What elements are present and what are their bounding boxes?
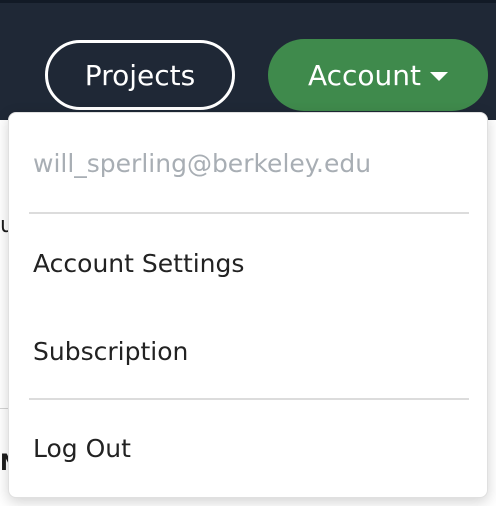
menu-item-subscription[interactable]: Subscription [33,335,188,369]
top-navbar: Projects Account [0,0,496,120]
caret-down-icon [430,71,449,81]
menu-divider [29,212,469,214]
account-button-label: Account [307,58,422,92]
account-dropdown-menu: will_sperling@berkeley.edu Account Setti… [8,112,488,498]
menu-item-account-settings[interactable]: Account Settings [33,247,244,281]
menu-divider [29,398,469,400]
account-email: will_sperling@berkeley.edu [33,149,372,178]
projects-button[interactable]: Projects [45,40,235,110]
projects-button-label: Projects [84,58,196,92]
background-text-fragment: N [0,452,8,476]
account-dropdown-button[interactable]: Account [268,39,488,111]
background-text-fragment: u [0,214,8,238]
menu-item-log-out[interactable]: Log Out [33,432,131,466]
